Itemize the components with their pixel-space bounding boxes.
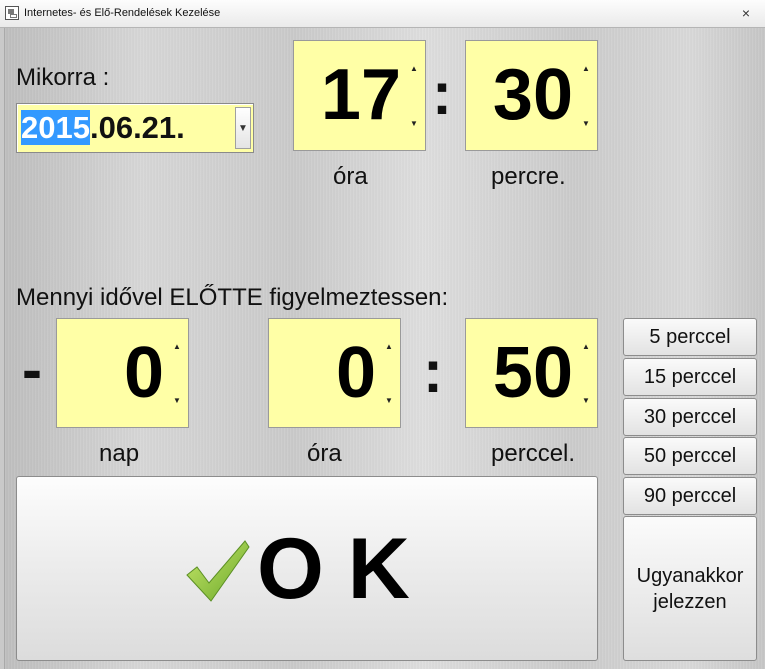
preset-5-button[interactable]: 5 perccel	[623, 318, 757, 356]
time-colon: :	[432, 60, 452, 127]
days-down-arrow-icon[interactable]: ▼	[168, 373, 186, 427]
preset-30-button[interactable]: 30 perccel	[623, 398, 757, 436]
minute-spinner[interactable]: 30 ▲ ▼	[465, 40, 598, 151]
hour-label: óra	[333, 163, 368, 190]
app-icon	[5, 6, 19, 20]
minute-spinner-arrows: ▲ ▼	[577, 41, 595, 150]
preset-50-button[interactable]: 50 perccel	[623, 437, 757, 475]
advance-hours-spinner[interactable]: 0 ▲ ▼	[268, 318, 401, 428]
date-year-selected: 2015	[21, 110, 90, 145]
same-time-button[interactable]: Ugyanakkor jelezzen	[623, 516, 757, 661]
advance-label: Mennyi idővel ELŐTTE figyelmeztessen:	[16, 284, 449, 311]
same-time-label-line2: jelezzen	[653, 590, 727, 613]
minute-label: percre.	[491, 163, 566, 190]
advance-hours-spinner-arrows: ▲ ▼	[380, 319, 398, 427]
same-time-label-line1: Ugyanakkor	[636, 564, 744, 587]
advance-colon: :	[423, 338, 443, 405]
when-label: Mikorra :	[16, 64, 110, 91]
date-dropdown-button[interactable]: ▼	[235, 107, 251, 149]
advance-minutes-label: perccel.	[491, 440, 576, 467]
days-spinner-arrows: ▲ ▼	[168, 319, 186, 427]
preset-90-button[interactable]: 90 perccel	[623, 477, 757, 515]
hour-value: 17	[320, 55, 401, 135]
date-picker[interactable]: 2015.06.21. ▼	[16, 103, 254, 153]
close-button[interactable]: ×	[737, 4, 755, 22]
ok-button[interactable]: O K	[16, 476, 598, 661]
hour-spinner-arrows: ▲ ▼	[405, 41, 423, 150]
minute-up-arrow-icon[interactable]: ▲	[577, 41, 595, 96]
hour-down-arrow-icon[interactable]: ▼	[405, 96, 423, 151]
hour-spinner[interactable]: 17 ▲ ▼	[293, 40, 426, 151]
days-spinner[interactable]: 0 ▲ ▼	[56, 318, 189, 428]
days-up-arrow-icon[interactable]: ▲	[168, 319, 186, 373]
date-rest: .06.21.	[89, 110, 185, 145]
days-value: 0	[123, 333, 164, 413]
advance-minutes-value: 50	[492, 333, 573, 413]
advance-minutes-down-arrow-icon[interactable]: ▼	[577, 373, 595, 427]
minute-down-arrow-icon[interactable]: ▼	[577, 96, 595, 151]
preset-15-button[interactable]: 15 perccel	[623, 358, 757, 396]
advance-hours-value: 0	[335, 333, 376, 413]
checkmark-icon	[186, 540, 250, 602]
minute-value: 30	[492, 55, 573, 135]
advance-hours-label: óra	[307, 440, 342, 467]
advance-hours-down-arrow-icon[interactable]: ▼	[380, 373, 398, 427]
ok-label: O K	[257, 521, 410, 617]
minus-sign: -	[22, 336, 42, 403]
advance-hours-up-arrow-icon[interactable]: ▲	[380, 319, 398, 373]
title-bar: Internetes- és Elő-Rendelések Kezelése ×	[0, 0, 765, 28]
days-label: nap	[99, 440, 140, 467]
date-value[interactable]: 2015.06.21.	[21, 109, 185, 147]
hour-up-arrow-icon[interactable]: ▲	[405, 41, 423, 96]
window-title: Internetes- és Elő-Rendelések Kezelése	[24, 7, 221, 19]
chevron-down-icon: ▼	[238, 123, 248, 134]
advance-minutes-up-arrow-icon[interactable]: ▲	[577, 319, 595, 373]
advance-minutes-spinner-arrows: ▲ ▼	[577, 319, 595, 427]
advance-minutes-spinner[interactable]: 50 ▲ ▼	[465, 318, 598, 428]
